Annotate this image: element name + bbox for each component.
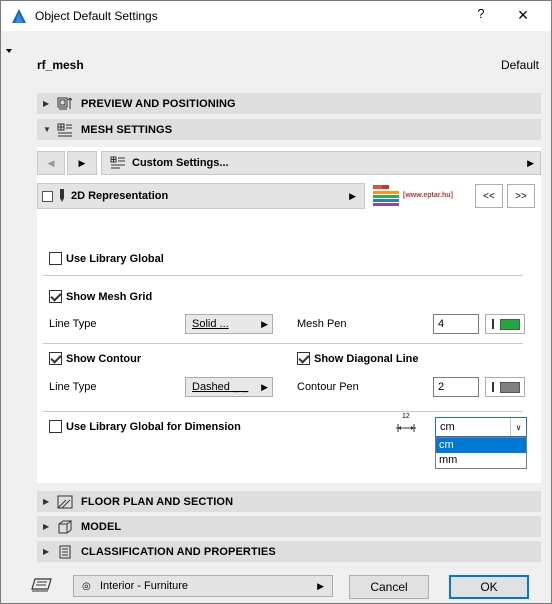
- archicad-app-icon: [12, 9, 26, 23]
- expand-triangle-icon: ▶: [43, 547, 50, 556]
- classification-icon: [59, 545, 71, 558]
- layer-value: Interior - Furniture: [100, 580, 189, 592]
- help-button[interactable]: ?: [471, 6, 491, 26]
- show-contour-row[interactable]: Show Contour: [49, 352, 141, 365]
- ok-button[interactable]: OK: [449, 575, 529, 599]
- chevron-down-icon: ∨: [510, 418, 526, 436]
- 2d-representation-label: 2D Representation: [71, 190, 169, 202]
- mesh-pen-color-button[interactable]: [485, 314, 525, 334]
- section-label: MODEL: [81, 520, 122, 533]
- dropdown-arrow-icon: ▶: [261, 319, 268, 329]
- window-title: Object Default Settings: [35, 9, 158, 23]
- object-name: rf_mesh: [37, 58, 84, 72]
- close-button[interactable]: ×: [511, 5, 535, 27]
- expand-triangle-icon: ▶: [43, 497, 50, 506]
- 2d-representation-dropdown[interactable]: 2D Representation ▶: [37, 183, 365, 209]
- mesh-pen-color-swatch: [500, 318, 520, 330]
- divider: [43, 275, 523, 276]
- preview-icon: [57, 97, 73, 109]
- layer-dropdown[interactable]: ◎ Interior - Furniture ▶: [73, 575, 333, 597]
- dropdown-arrow-icon: ▶: [527, 158, 534, 168]
- previous-button[interactable]: <<: [475, 184, 503, 208]
- expand-triangle-icon: ▶: [43, 522, 50, 531]
- contour-pen-color-swatch: [500, 381, 520, 393]
- unit-option-mm[interactable]: mm: [436, 453, 526, 468]
- use-library-global-dimension-checkbox[interactable]: [49, 420, 62, 433]
- contour-line-type-dropdown[interactable]: Dashed _ _ ▶: [185, 377, 273, 397]
- section-floor-plan-and-section[interactable]: ▶ FLOOR PLAN AND SECTION: [37, 491, 541, 512]
- section-mesh-settings[interactable]: ▼ MESH SETTINGS: [37, 119, 541, 140]
- expand-triangle-icon: ▶: [43, 99, 50, 108]
- divider: [43, 343, 523, 344]
- show-mesh-grid-label: Show Mesh Grid: [66, 290, 153, 303]
- next-page-button[interactable]: ▶: [67, 151, 97, 175]
- representation-row: 2D Representation ▶ [www.eptar.hu] << >>: [37, 183, 541, 209]
- favorites-icon[interactable]: [31, 575, 55, 593]
- eye-icon: ◎: [82, 580, 91, 592]
- custom-settings-dropdown[interactable]: Custom Settings... ▶: [101, 151, 541, 175]
- dropdown-arrow-icon: ▶: [261, 382, 268, 392]
- object-default-settings-dialog: Object Default Settings ? × rf_mesh Defa…: [0, 0, 552, 604]
- section-label: PREVIEW AND POSITIONING: [81, 97, 236, 110]
- mesh-settings-icon: [57, 123, 72, 136]
- contour-pen-label: Contour Pen: [297, 381, 359, 393]
- dimension-unit-options: cm mm: [435, 437, 527, 469]
- collapse-header-icon[interactable]: [6, 49, 12, 53]
- default-label: Default: [500, 58, 539, 72]
- line-type-label: Line Type: [49, 318, 97, 330]
- cancel-button[interactable]: Cancel: [349, 575, 429, 599]
- pen-icon: [60, 189, 64, 202]
- section-label: CLASSIFICATION AND PROPERTIES: [81, 545, 276, 558]
- custom-settings-row: ◀ ▶ Custom Settings... ▶: [37, 151, 541, 175]
- model-cube-icon: [58, 520, 73, 533]
- dialog-content: rf_mesh Default ▶ PREVIEW AND POSITIONIN…: [1, 31, 551, 603]
- title-bar: Object Default Settings ? ×: [1, 1, 551, 31]
- contour-line-type-value: Dashed _ _: [192, 381, 249, 393]
- show-contour-label: Show Contour: [66, 352, 142, 365]
- pen-weight-icon: [492, 382, 494, 392]
- use-library-global-label: Use Library Global: [66, 252, 164, 265]
- use-library-global-checkbox[interactable]: [49, 252, 62, 265]
- prev-page-button[interactable]: ◀: [37, 151, 65, 175]
- pen-weight-icon: [492, 319, 494, 329]
- custom-settings-label: Custom Settings...: [132, 157, 229, 169]
- section-label: FLOOR PLAN AND SECTION: [81, 495, 234, 508]
- mesh-pen-label: Mesh Pen: [297, 318, 347, 330]
- show-mesh-grid-checkbox[interactable]: [49, 290, 62, 303]
- use-library-global-dimension-label: Use Library Global for Dimension: [66, 420, 241, 433]
- use-library-global-row[interactable]: Use Library Global: [49, 252, 164, 265]
- section-classification-and-properties[interactable]: ▶ CLASSIFICATION AND PROPERTIES: [37, 541, 541, 562]
- mesh-line-type-dropdown[interactable]: Solid ... ▶: [185, 314, 273, 334]
- dimension-unit-select[interactable]: cm ∨: [435, 417, 527, 437]
- use-library-global-dimension-row[interactable]: Use Library Global for Dimension: [49, 420, 241, 433]
- show-mesh-grid-row[interactable]: Show Mesh Grid: [49, 290, 152, 303]
- show-diagonal-line-label: Show Diagonal Line: [314, 352, 419, 365]
- dimension-icon-text: 12: [402, 413, 410, 420]
- dropdown-arrow-icon: ▶: [349, 191, 356, 201]
- show-diagonal-line-checkbox[interactable]: [297, 352, 310, 365]
- mesh-settings-panel: ◀ ▶ Custom Settings... ▶ 2D Representati…: [37, 147, 541, 483]
- floor-plan-icon: [57, 495, 73, 508]
- custom-settings-icon: [110, 156, 125, 169]
- eptar-logo-text: [www.eptar.hu]: [403, 192, 453, 199]
- show-contour-checkbox[interactable]: [49, 352, 62, 365]
- section-preview-and-positioning[interactable]: ▶ PREVIEW AND POSITIONING: [37, 93, 541, 114]
- representation-checkbox[interactable]: [42, 190, 53, 202]
- section-model[interactable]: ▶ MODEL: [37, 516, 541, 537]
- line-type-label: Line Type: [49, 381, 97, 393]
- collapse-triangle-icon: ▼: [43, 125, 51, 134]
- dropdown-arrow-icon: ▶: [317, 581, 324, 591]
- contour-pen-color-button[interactable]: [485, 377, 525, 397]
- unit-option-cm[interactable]: cm: [436, 438, 526, 453]
- mesh-pen-input[interactable]: 4: [433, 314, 479, 334]
- divider: [43, 411, 523, 412]
- mesh-line-type-value: Solid ...: [192, 318, 229, 330]
- dialog-footer: ◎ Interior - Furniture ▶ Cancel OK: [1, 567, 551, 603]
- show-diagonal-line-row[interactable]: Show Diagonal Line: [297, 352, 419, 365]
- contour-pen-input[interactable]: 2: [433, 377, 479, 397]
- dimension-unit-value: cm: [440, 421, 455, 433]
- section-label: MESH SETTINGS: [81, 123, 173, 136]
- next-button[interactable]: >>: [507, 184, 535, 208]
